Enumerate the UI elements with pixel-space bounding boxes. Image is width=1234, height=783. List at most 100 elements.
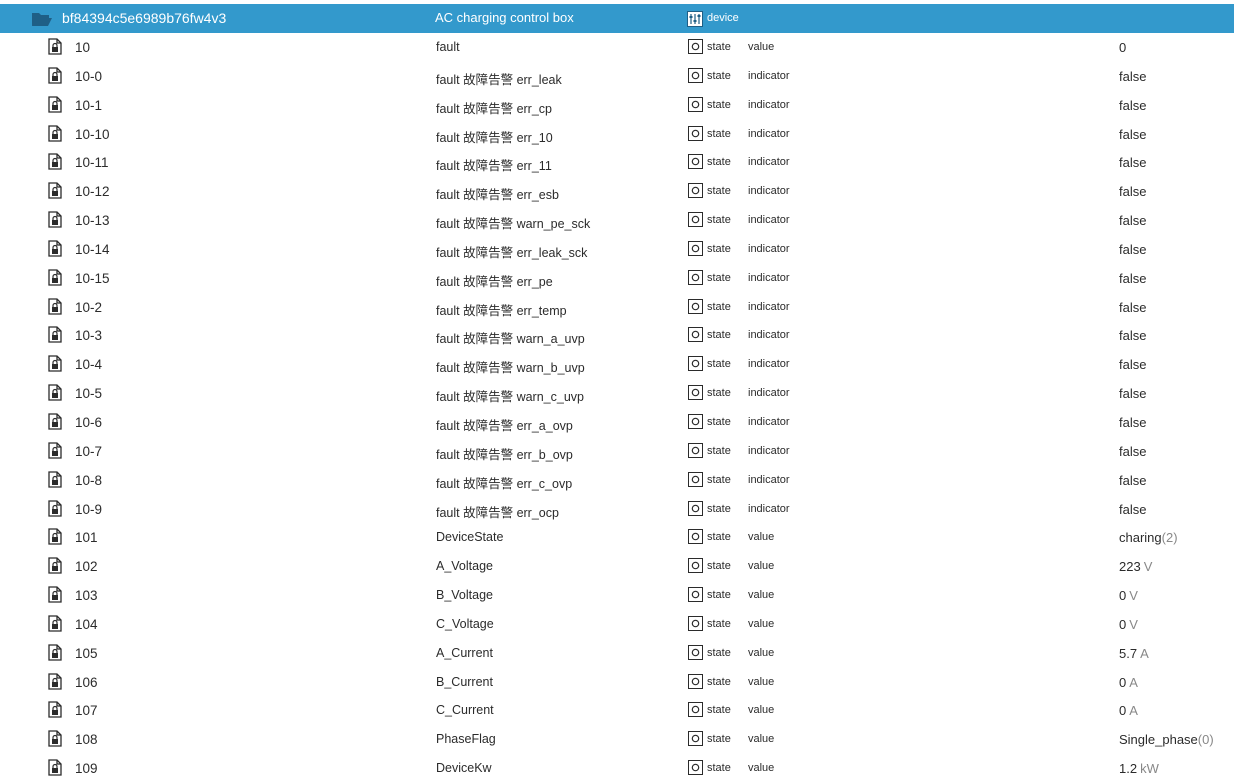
value-unit: V [1129, 588, 1138, 604]
state-value: false [1119, 184, 1146, 199]
state-type: state [707, 675, 731, 688]
state-name: A_Voltage [436, 559, 493, 574]
state-row[interactable]: 102 A_Voltage state value 223 V [0, 552, 1234, 581]
value-unit: A [1140, 645, 1149, 661]
state-icon [688, 385, 703, 401]
state-type: state [707, 704, 731, 717]
state-row[interactable]: 101 DeviceState state value charing(2) [0, 523, 1234, 552]
state-icon [688, 500, 703, 516]
state-row[interactable]: 106 B_Current state value 0A [0, 668, 1234, 697]
value-number: false [1119, 386, 1147, 402]
state-value: 0V [1119, 588, 1138, 603]
state-id: 109 [75, 761, 98, 777]
state-row[interactable]: 10 fault state value 0 [0, 33, 1234, 62]
state-role: indicator [748, 156, 790, 169]
file-lock-icon [48, 701, 62, 719]
state-value: 0 [1119, 40, 1126, 55]
state-row[interactable]: 10-5 fault 故障告警 warn_c_uvp state indicat… [0, 379, 1234, 408]
value-number: 0 [1119, 703, 1127, 719]
state-role: value [748, 531, 775, 544]
state-id: 10-2 [75, 299, 103, 315]
state-role: indicator [748, 214, 790, 227]
file-lock-icon [48, 759, 62, 776]
state-icon [688, 67, 703, 83]
state-id: 10-1 [75, 97, 103, 113]
state-value: false [1119, 127, 1146, 142]
file-lock-icon [48, 528, 62, 545]
state-id: 101 [75, 530, 98, 546]
state-id: 106 [75, 674, 98, 690]
state-role: value [748, 589, 775, 602]
state-row[interactable]: 10-15 fault 故障告警 err_pe state indicator … [0, 264, 1234, 293]
state-icon [688, 240, 703, 256]
state-name: C_Current [436, 703, 494, 718]
state-row[interactable]: 10-12 fault 故障告警 err_esb state indicator… [0, 177, 1234, 206]
value-number: false [1119, 328, 1147, 344]
device-row[interactable]: bf84394c5e6989b76fw4v3 AC charging contr… [0, 4, 1234, 33]
state-name: fault 故障告警 err_leak [436, 72, 562, 87]
state-role: value [748, 704, 775, 717]
value-unit: A [1129, 703, 1138, 719]
value-number: false [1119, 213, 1147, 229]
file-lock-icon [48, 67, 62, 84]
state-value: false [1119, 242, 1146, 257]
state-row[interactable]: 104 C_Voltage state value 0V [0, 610, 1234, 639]
file-lock-icon [48, 211, 62, 228]
state-row[interactable]: 103 B_Voltage state value 0V [0, 581, 1234, 610]
state-type: state [707, 185, 731, 198]
state-row[interactable]: 108 PhaseFlag state value Single_phase(0… [0, 725, 1234, 754]
state-name: fault 故障告警 err_10 [436, 130, 553, 145]
state-type: state [707, 271, 731, 284]
state-id: 104 [75, 616, 98, 632]
value-number: false [1119, 126, 1147, 142]
device-id: bf84394c5e6989b76fw4v3 [62, 10, 227, 26]
file-lock-icon [48, 38, 62, 55]
state-value: 1.2 kW [1119, 761, 1159, 776]
state-row[interactable]: 10-10 fault 故障告警 err_10 state indicator … [0, 120, 1234, 149]
state-value: 0A [1119, 703, 1138, 718]
value-number: 1.2 [1119, 761, 1138, 777]
state-type: state [707, 300, 731, 313]
file-lock-icon [48, 182, 62, 199]
value-unit: V [1129, 616, 1138, 632]
value-number: false [1119, 414, 1147, 430]
state-icon [688, 39, 703, 54]
state-row[interactable]: 107 C_Current state value 0A [0, 696, 1234, 725]
state-row[interactable]: 10-9 fault 故障告警 err_ocp state indicator … [0, 495, 1234, 524]
state-value: false [1119, 300, 1146, 315]
state-name: fault 故障告警 err_esb [436, 188, 559, 203]
state-row[interactable]: 10-7 fault 故障告警 err_b_ovp state indicato… [0, 437, 1234, 466]
state-icon [688, 731, 703, 747]
state-row[interactable]: 10-11 fault 故障告警 err_11 state indicator … [0, 148, 1234, 177]
state-row[interactable]: 10-1 fault 故障告警 err_cp state indicator f… [0, 91, 1234, 120]
file-lock-icon [48, 471, 62, 488]
value-number: false [1119, 184, 1147, 200]
state-value: false [1119, 386, 1146, 401]
state-value: false [1119, 69, 1146, 84]
state-row[interactable]: 10-0 fault 故障告警 err_leak state indicator… [0, 62, 1234, 91]
state-row[interactable]: 10-14 fault 故障告警 err_leak_sck state indi… [0, 235, 1234, 264]
state-id: 10-3 [75, 328, 103, 344]
state-role: indicator [748, 473, 790, 486]
state-name: B_Current [436, 674, 493, 689]
value-unit: A [1129, 674, 1138, 690]
state-type: state [707, 387, 731, 400]
state-row[interactable]: 10-8 fault 故障告警 err_c_ovp state indicato… [0, 466, 1234, 495]
state-list: 10 fault state value 0 10-0 fault 故障告警 e… [0, 33, 1234, 783]
state-type: state [707, 329, 731, 342]
state-row[interactable]: 10-2 fault 故障告警 err_temp state indicator… [0, 293, 1234, 322]
state-row[interactable]: 10-6 fault 故障告警 err_a_ovp state indicato… [0, 408, 1234, 437]
value-number: 0 [1119, 674, 1127, 690]
state-row[interactable]: 105 A_Current state value 5.7 A [0, 639, 1234, 668]
state-id: 10 [75, 40, 91, 55]
state-type: state [707, 589, 731, 602]
state-row[interactable]: 10-3 fault 故障告警 warn_a_uvp state indicat… [0, 321, 1234, 350]
state-name: fault [436, 40, 460, 54]
file-lock-icon [48, 615, 62, 632]
state-role: indicator [748, 185, 790, 198]
state-id: 10-8 [75, 472, 103, 488]
file-lock-icon [48, 96, 62, 113]
state-row[interactable]: 10-13 fault 故障告警 warn_pe_sck state indic… [0, 206, 1234, 235]
state-row[interactable]: 10-4 fault 故障告警 warn_b_uvp state indicat… [0, 350, 1234, 379]
state-name: fault 故障告警 warn_b_uvp [436, 361, 585, 376]
